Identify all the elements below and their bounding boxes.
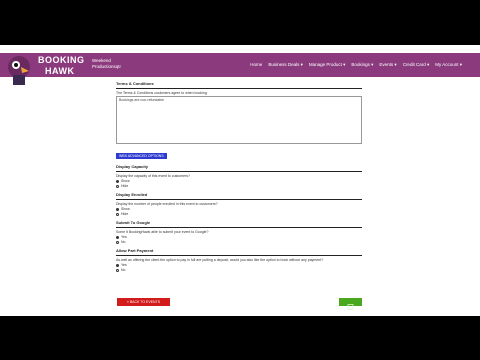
back-to-events-button[interactable]: « BACK TO EVENTS [117,298,170,306]
radio-option[interactable]: Hide [116,184,362,189]
option-heading: Submit To Google [116,220,151,225]
radio-label: Hide [121,184,129,188]
divider [116,227,362,228]
radio-selected-icon[interactable] [116,236,119,239]
radio-option[interactable]: Hide [116,212,362,217]
divider [116,88,362,89]
radio-selected-icon[interactable] [116,180,119,183]
nav-my-account[interactable]: My Account ▾ [435,62,462,68]
option-allow-part-payment: Allow Part Payment As well as offering t… [116,248,362,273]
option-submit-to-google: Submit To Google Some it BookingHawk abl… [116,220,362,245]
terms-heading: Terms & Conditions [116,81,154,86]
nav-manage-product[interactable]: Manage Product ▾ [309,62,346,68]
nav-credit-card[interactable]: Credit Card ▾ [403,62,430,68]
nav-bookings[interactable]: Bookings ▾ [351,62,373,68]
option-heading: Display Capacity [116,164,149,169]
option-heading: Display Enrolled [116,192,148,197]
option-heading: Allow Part Payment [116,248,154,253]
radio-unselected-icon[interactable] [116,269,119,272]
radio-selected-icon[interactable] [116,208,119,211]
option-display-enrolled: Display Enrolled Display the number of p… [116,192,362,217]
divider [116,171,362,172]
nav-home[interactable]: Home [250,62,262,68]
radio-unselected-icon[interactable] [116,185,119,188]
user-name-line2: Productionsqtr [92,64,122,69]
user-name: Weekend Productionsqtr [92,58,121,70]
save-icon [347,304,354,310]
option-display-capacity: Display Capacity Display the capacity of… [116,164,362,189]
hawk-logo-icon[interactable] [4,53,34,85]
divider [116,255,362,256]
radio-unselected-icon[interactable] [116,241,119,244]
brand-name-line2: HAWK [45,66,75,76]
advanced-options-badge: WBS ADVANCED OPTIONS [116,153,167,159]
main-nav: Home Business Deals ▾ Manage Product ▾ B… [250,62,462,68]
nav-business-deals[interactable]: Business Deals ▾ [268,62,303,68]
radio-label: Hide [121,212,129,216]
radio-unselected-icon[interactable] [116,213,119,216]
radio-option[interactable]: No [116,240,362,245]
save-button[interactable] [339,298,362,310]
nav-events[interactable]: Events ▾ [379,62,396,68]
radio-label: No [121,240,126,244]
radio-selected-icon[interactable] [116,264,119,267]
top-navbar: BOOKING HAWK Weekend Productionsqtr Home… [0,53,480,85]
radio-label: No [121,268,126,272]
brand-name-line1: BOOKING [38,55,85,65]
browser-frame: BOOKING HAWK Weekend Productionsqtr Home… [0,45,480,316]
divider [116,199,362,200]
event-form: Terms & Conditions The Terms & Condition… [116,79,362,273]
radio-option[interactable]: No [116,268,362,273]
terms-textarea[interactable]: Bookings are non-refundable [116,96,362,144]
